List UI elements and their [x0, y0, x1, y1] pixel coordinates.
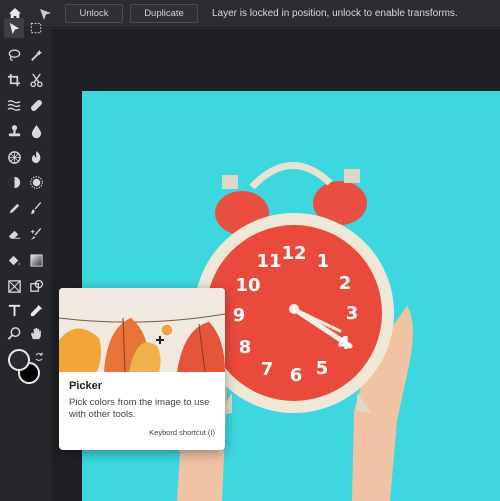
- sharpen-icon[interactable]: [26, 172, 46, 192]
- tooltip-description: Pick colors from the image to use with o…: [69, 397, 210, 420]
- clock-number: 11: [256, 251, 281, 272]
- crop-icon[interactable]: [4, 70, 24, 90]
- liquify-icon[interactable]: [4, 95, 24, 115]
- zoom-icon[interactable]: [4, 323, 24, 343]
- color-replace-icon[interactable]: [26, 224, 46, 244]
- cut-icon[interactable]: [26, 70, 46, 90]
- move-tool-icon[interactable]: [4, 18, 24, 38]
- eyedropper-picker-icon[interactable]: [26, 300, 46, 320]
- brush-icon[interactable]: [26, 198, 46, 218]
- sponge-icon[interactable]: [4, 147, 24, 167]
- magic-wand-icon[interactable]: [26, 45, 46, 65]
- picker-tooltip: Picker Pick colors from the image to use…: [59, 288, 225, 450]
- duplicate-button[interactable]: Duplicate: [130, 4, 198, 23]
- status-message: Layer is locked in position, unlock to e…: [212, 8, 458, 19]
- swap-colors-icon[interactable]: [34, 349, 44, 362]
- tooltip-preview-image: [59, 288, 225, 372]
- paint-bucket-icon[interactable]: [4, 250, 24, 270]
- placeholder-icon[interactable]: [4, 276, 24, 296]
- text-icon[interactable]: [4, 300, 24, 320]
- hand-icon[interactable]: [26, 323, 46, 343]
- clock-number: 12: [281, 243, 306, 264]
- shape-icon[interactable]: [26, 276, 46, 296]
- clock-number: 2: [339, 273, 352, 294]
- clock-number: 1: [317, 251, 330, 272]
- tool-palette: [0, 18, 51, 501]
- dodge-icon[interactable]: [4, 172, 24, 192]
- burn-icon[interactable]: [26, 147, 46, 167]
- clock-number: 8: [239, 337, 252, 358]
- top-options-bar: Unlock Duplicate Layer is locked in posi…: [0, 0, 500, 28]
- marquee-select-icon[interactable]: [26, 18, 46, 38]
- clock-number: 7: [261, 359, 274, 380]
- clock-number: 6: [290, 365, 303, 386]
- clock-number: 10: [235, 275, 260, 296]
- foreground-color-swatch[interactable]: [8, 349, 30, 371]
- eraser-icon[interactable]: [4, 224, 24, 244]
- pencil-icon[interactable]: [4, 198, 24, 218]
- unlock-button[interactable]: Unlock: [65, 4, 123, 23]
- clone-stamp-icon[interactable]: [4, 121, 24, 141]
- app-window: Unlock Duplicate Layer is locked in posi…: [0, 0, 500, 501]
- clock-number: 3: [346, 303, 359, 324]
- lasso-icon[interactable]: [4, 45, 24, 65]
- blur-drop-icon[interactable]: [26, 121, 46, 141]
- clock-number: 5: [316, 358, 329, 379]
- tooltip-title: Picker: [69, 380, 103, 392]
- bandage-heal-icon[interactable]: [26, 95, 46, 115]
- tooltip-shortcut: Keybord shortcut (I): [149, 428, 215, 437]
- clock-number: 4: [338, 333, 351, 354]
- gradient-icon[interactable]: [26, 250, 46, 270]
- clock-number: 9: [233, 305, 246, 326]
